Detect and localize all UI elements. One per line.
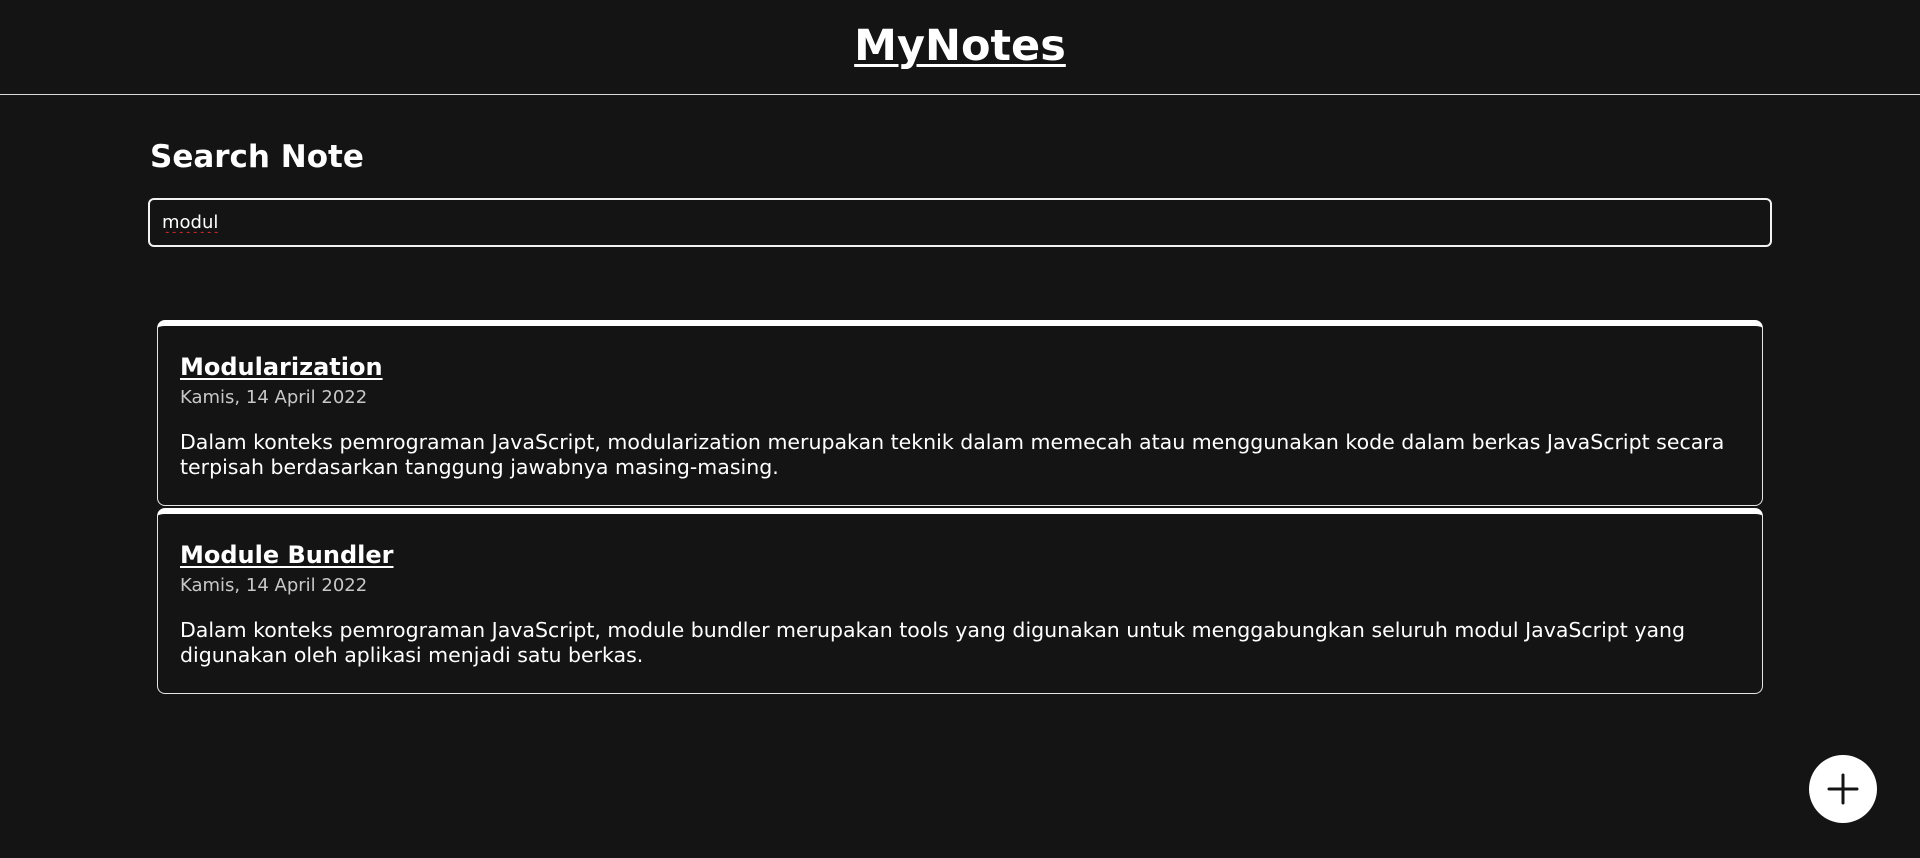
note-date: Kamis, 14 April 2022 xyxy=(180,387,368,408)
app-title-link[interactable]: MyNotes xyxy=(854,21,1066,71)
note-body: Dalam konteks pemrograman JavaScript, mo… xyxy=(180,430,1725,479)
note-date: Kamis, 14 April 2022 xyxy=(180,575,368,596)
add-note-button[interactable] xyxy=(1809,755,1877,823)
search-input[interactable] xyxy=(148,198,1772,247)
notes-list: Modularization Kamis, 14 April 2022 Dala… xyxy=(157,320,1763,696)
note-body: Dalam konteks pemrograman JavaScript, mo… xyxy=(180,618,1686,667)
note-title-link[interactable]: Modularization xyxy=(180,352,1740,382)
main-content: Search Note Modularization Kamis, 14 Apr… xyxy=(0,95,1920,858)
app-header: MyNotes xyxy=(0,0,1920,95)
note-card: Modularization Kamis, 14 April 2022 Dala… xyxy=(157,320,1763,506)
note-card: Module Bundler Kamis, 14 April 2022 Dala… xyxy=(157,508,1763,694)
search-heading: Search Note xyxy=(150,139,364,175)
note-title-link[interactable]: Module Bundler xyxy=(180,540,1740,570)
plus-icon xyxy=(1827,773,1859,805)
